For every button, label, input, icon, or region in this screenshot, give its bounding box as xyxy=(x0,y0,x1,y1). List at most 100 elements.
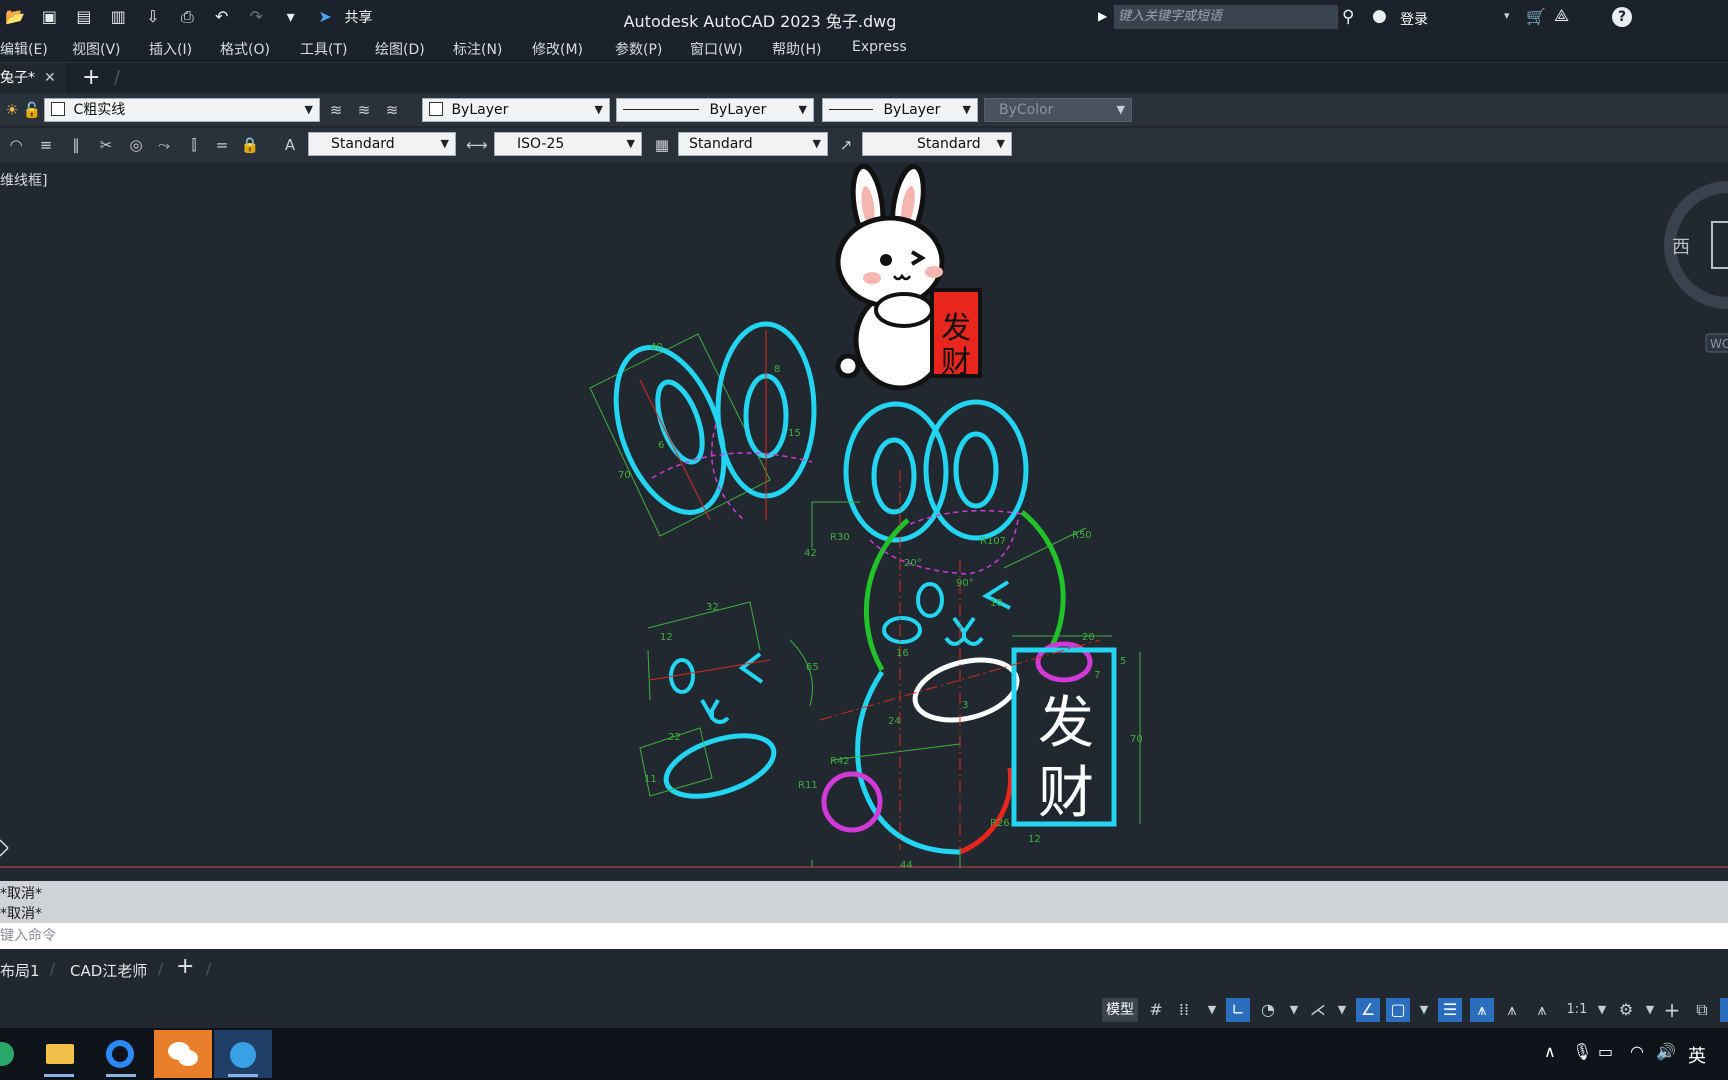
microphone-icon[interactable]: 🎙 xyxy=(1572,1042,1592,1061)
wifi-icon[interactable]: ◠ xyxy=(1630,1042,1644,1061)
search-icon[interactable]: ⚲ xyxy=(1342,7,1354,27)
annotation-visibility-icon[interactable]: ⩚ xyxy=(1470,998,1494,1022)
open-file-icon[interactable]: 📂 xyxy=(5,8,25,26)
annotation-scale-icon[interactable]: ⩚ xyxy=(1530,998,1554,1022)
search-input[interactable]: 键入关键字或短语 xyxy=(1114,5,1338,29)
object-snap-tracking-icon[interactable]: ∠ xyxy=(1356,998,1380,1022)
snap-icon[interactable]: ⁞⁞ xyxy=(1172,998,1196,1022)
publish-icon[interactable]: ▥ xyxy=(108,8,128,26)
polar-dropdown-icon[interactable]: ▼ xyxy=(1282,998,1306,1022)
text-style-dropdown[interactable]: Standard ▼ xyxy=(308,132,456,156)
import-icon[interactable]: ⇩ xyxy=(143,8,163,26)
document-tab[interactable]: 兔子* ✕ xyxy=(0,63,66,93)
autocad-taskbar-icon[interactable] xyxy=(214,1030,272,1078)
scale-dropdown-icon[interactable]: ▼ xyxy=(1590,998,1614,1022)
undo-icon[interactable]: ↶ xyxy=(212,8,232,26)
command-input[interactable]: 键入命令 xyxy=(0,923,1728,949)
viewcube-face[interactable] xyxy=(1711,221,1728,269)
redo-icon[interactable]: ↷ xyxy=(246,8,266,26)
dim-style-icon[interactable]: ⟷ xyxy=(466,135,488,155)
menu-parametric[interactable]: 参数(P) xyxy=(615,39,662,59)
annotation-monitor-icon[interactable]: + xyxy=(1660,998,1684,1022)
layer-match-icon[interactable]: ≋ xyxy=(354,100,374,120)
isodraft-dropdown-icon[interactable]: ▼ xyxy=(1330,998,1354,1022)
layer-dropdown[interactable]: C粗实线 ▼ xyxy=(44,98,320,122)
layer-state-icon[interactable]: ☀ xyxy=(2,100,22,120)
osnap-dropdown-icon[interactable]: ▼ xyxy=(1412,998,1436,1022)
share-button[interactable]: 共享 xyxy=(345,10,373,26)
mirror-icon[interactable]: ⫿ xyxy=(184,135,204,155)
layer-previous-icon[interactable]: ≋ xyxy=(382,100,402,120)
object-snap-icon[interactable]: ▢ xyxy=(1386,998,1410,1022)
dim-style-dropdown[interactable]: ISO-25 ▼ xyxy=(494,132,642,156)
login-button[interactable]: 登录 xyxy=(1400,9,1428,29)
workspace-gear-icon[interactable]: ⚙ xyxy=(1614,998,1638,1022)
menu-modify[interactable]: 修改(M) xyxy=(532,39,583,59)
extend-icon[interactable]: ⤳ xyxy=(154,135,174,155)
arc-icon[interactable]: ◠ xyxy=(6,135,26,155)
table-style-icon[interactable]: ▦ xyxy=(652,135,672,155)
isodraft-icon[interactable]: ⋌ xyxy=(1306,998,1330,1022)
lock-icon[interactable]: 🔒 xyxy=(240,135,260,155)
customization-icon[interactable] xyxy=(1720,998,1728,1022)
make-current-layer-icon[interactable]: ≋ xyxy=(326,100,346,120)
login-dropdown-icon[interactable]: ▾ xyxy=(1504,9,1510,22)
snap-dropdown-icon[interactable]: ▼ xyxy=(1200,998,1224,1022)
polar-icon[interactable]: ◔ xyxy=(1256,998,1280,1022)
equal-icon[interactable]: = xyxy=(212,135,232,155)
grid-icon[interactable]: # xyxy=(1144,998,1168,1022)
isolate-objects-icon[interactable]: ⧉ xyxy=(1690,998,1714,1022)
new-layout-icon[interactable]: + xyxy=(176,954,194,979)
browser-taskbar-icon[interactable] xyxy=(92,1030,150,1078)
menu-edit[interactable]: 编辑(E) xyxy=(0,39,48,59)
menu-window[interactable]: 窗口(W) xyxy=(690,39,743,59)
table-style-dropdown[interactable]: Standard ▼ xyxy=(678,132,828,156)
menu-format[interactable]: 格式(O) xyxy=(220,39,270,59)
color-dropdown[interactable]: ByLayer ▼ xyxy=(422,98,610,122)
menu-insert[interactable]: 插入(I) xyxy=(149,39,192,59)
menu-view[interactable]: 视图(V) xyxy=(72,39,121,59)
menu-express[interactable]: Express xyxy=(852,39,907,55)
close-tab-icon[interactable]: ✕ xyxy=(44,63,56,93)
drawing-canvas[interactable]: 西 WCS 发 财 40 8 15 70 6 xyxy=(0,162,1728,868)
menu-tools[interactable]: 工具(T) xyxy=(300,39,347,59)
save-as-icon[interactable]: ▤ xyxy=(74,8,94,26)
battery-icon[interactable]: ▭ xyxy=(1598,1042,1613,1061)
print-icon[interactable]: ⎙ xyxy=(177,8,197,26)
expand-arrow-icon[interactable]: ▶ xyxy=(1098,9,1107,23)
multileader-style-icon[interactable]: ↗ xyxy=(836,135,856,155)
volume-icon[interactable]: 🔊 xyxy=(1656,1042,1676,1061)
lineweight-dropdown[interactable]: ByLayer ▼ xyxy=(822,98,978,122)
multileader-style-dropdown[interactable]: Standard ▼ xyxy=(862,132,1012,156)
customize-quick-access-icon[interactable]: ▾ xyxy=(281,8,301,26)
workspace-dropdown-icon[interactable]: ▼ xyxy=(1638,998,1662,1022)
annotation-autoscale-icon[interactable]: ⩚ xyxy=(1500,998,1524,1022)
new-tab-icon[interactable]: + xyxy=(82,65,100,90)
menu-dimension[interactable]: 标注(N) xyxy=(453,39,502,59)
linetype-dropdown[interactable]: ByLayer ▼ xyxy=(616,98,814,122)
menu-draw[interactable]: 绘图(D) xyxy=(375,39,425,59)
share-icon[interactable]: ➤ xyxy=(315,8,335,26)
trim-icon[interactable]: ✂ xyxy=(96,135,116,155)
wechat-taskbar-icon[interactable] xyxy=(154,1030,212,1078)
user-icon[interactable]: ● xyxy=(1372,6,1387,26)
lineweight-icon[interactable]: ☰ xyxy=(1438,998,1462,1022)
text-style-icon[interactable]: A xyxy=(280,135,300,155)
autodesk-app-icon[interactable]: ⟁ xyxy=(1554,6,1569,26)
layer-lock-icon[interactable]: 🔓 xyxy=(22,100,42,120)
ortho-icon[interactable]: ∟ xyxy=(1226,998,1250,1022)
circle-icon[interactable]: ◎ xyxy=(126,135,146,155)
model-space-button[interactable]: 模型 xyxy=(1102,998,1138,1022)
offset-icon[interactable]: ≡ xyxy=(36,135,56,155)
file-explorer-icon[interactable] xyxy=(30,1030,88,1078)
scale-dropdown[interactable]: 1:1 xyxy=(1560,998,1594,1022)
tab-cad-teacher[interactable]: CAD江老师 xyxy=(70,960,147,981)
cart-icon[interactable]: 🛒 xyxy=(1526,7,1546,26)
save-icon[interactable]: ▣ xyxy=(39,8,59,26)
ime-indicator[interactable]: 英 xyxy=(1688,1042,1706,1068)
help-icon[interactable]: ? xyxy=(1612,7,1632,27)
menu-help[interactable]: 帮助(H) xyxy=(772,39,821,59)
tray-expand-icon[interactable]: ∧ xyxy=(1544,1042,1556,1061)
parallel-icon[interactable]: ∥ xyxy=(66,135,86,155)
tab-layout1[interactable]: 布局1 xyxy=(0,960,40,981)
